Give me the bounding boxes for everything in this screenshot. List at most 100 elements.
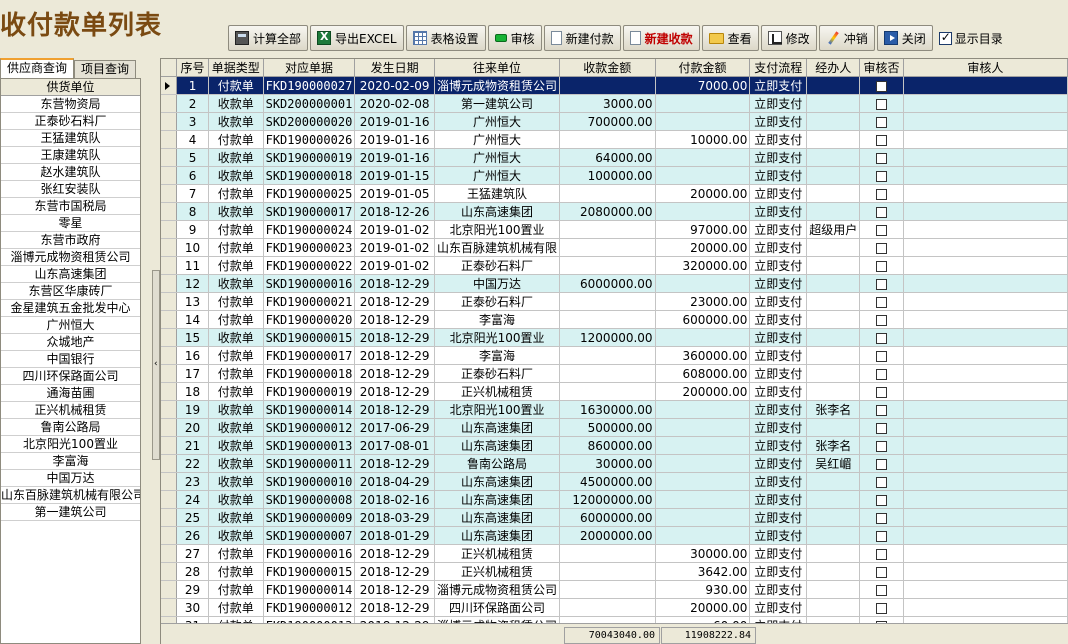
table-cell[interactable]: 4 <box>176 130 209 149</box>
approved-cell[interactable] <box>859 148 904 167</box>
table-cell[interactable]: 24 <box>176 490 209 509</box>
table-cell[interactable]: 2080000.00 <box>559 202 656 221</box>
approved-checkbox[interactable] <box>876 422 888 434</box>
row-indicator[interactable] <box>161 490 178 509</box>
table-cell[interactable]: 30000.00 <box>655 544 751 563</box>
table-cell[interactable]: 2019-01-16 <box>354 112 436 131</box>
supplier-list-item[interactable]: 东营市政府 <box>1 232 140 249</box>
table-cell[interactable]: 2018-12-26 <box>354 202 436 221</box>
supplier-list-item[interactable]: 鲁南公路局 <box>1 419 140 436</box>
table-cell[interactable]: 25 <box>176 508 209 527</box>
table-cell[interactable] <box>655 400 751 419</box>
table-row[interactable]: 1 付款单 FKD190000027 2020-02-09 淄博元成物资租赁公司 7000… <box>161 76 1068 95</box>
table-cell[interactable] <box>903 202 1068 221</box>
table-cell[interactable]: 20 <box>176 418 209 437</box>
table-cell[interactable]: 立即支付 <box>749 364 808 383</box>
approved-cell[interactable] <box>859 382 904 401</box>
table-cell[interactable]: 立即支付 <box>749 112 808 131</box>
table-cell[interactable]: 立即支付 <box>749 562 808 581</box>
approved-cell[interactable] <box>859 454 904 473</box>
row-indicator[interactable] <box>161 274 178 293</box>
approved-checkbox[interactable] <box>876 386 888 398</box>
row-indicator[interactable] <box>161 526 178 545</box>
table-cell[interactable]: 2018-12-29 <box>354 382 436 401</box>
table-cell[interactable]: 立即支付 <box>749 598 808 617</box>
table-cell[interactable]: 2018-03-29 <box>354 508 436 527</box>
table-cell[interactable]: 2018-12-29 <box>354 292 436 311</box>
table-row[interactable]: 9 付款单 FKD190000024 2019-01-02 北京阳光100置业 97000… <box>161 220 1068 239</box>
table-cell[interactable]: FKD190000022 <box>263 256 356 275</box>
supplier-list-item[interactable]: 北京阳光100置业 <box>1 436 140 453</box>
table-cell[interactable]: FKD190000017 <box>263 346 356 365</box>
table-cell[interactable] <box>806 112 861 131</box>
table-cell[interactable] <box>559 382 656 401</box>
table-cell[interactable]: 北京阳光100置业 <box>434 400 561 419</box>
table-cell[interactable]: 21 <box>176 436 209 455</box>
approved-checkbox[interactable] <box>876 314 888 326</box>
table-cell[interactable]: 张李名 <box>806 436 861 455</box>
table-cell[interactable]: 收款单 <box>208 490 264 509</box>
table-cell[interactable]: SKD190000015 <box>263 328 356 347</box>
table-cell[interactable] <box>806 202 861 221</box>
table-cell[interactable]: 28 <box>176 562 209 581</box>
table-cell[interactable] <box>903 436 1068 455</box>
table-row[interactable]: 30 付款单 FKD190000012 2018-12-29 四川环保路面公司 20000… <box>161 598 1068 617</box>
table-row[interactable]: 14 付款单 FKD190000020 2018-12-29 李富海 600000.00 立… <box>161 310 1068 329</box>
table-cell[interactable]: FKD190000021 <box>263 292 356 311</box>
row-indicator[interactable] <box>161 202 178 221</box>
table-cell[interactable]: 立即支付 <box>749 220 808 239</box>
row-indicator[interactable] <box>161 382 178 401</box>
table-cell[interactable]: 2018-12-29 <box>354 400 436 419</box>
row-indicator[interactable] <box>161 346 178 365</box>
column-header[interactable]: 支付流程 <box>749 59 808 77</box>
table-cell[interactable] <box>903 274 1068 293</box>
table-cell[interactable]: 付款单 <box>208 184 264 203</box>
table-cell[interactable]: FKD190000018 <box>263 364 356 383</box>
table-cell[interactable]: FKD190000019 <box>263 382 356 401</box>
table-cell[interactable]: 7000.00 <box>655 76 751 95</box>
table-cell[interactable] <box>806 562 861 581</box>
table-row[interactable]: 20 收款单 SKD190000012 2017-06-29 山东高速集团 500000.… <box>161 418 1068 437</box>
table-row[interactable]: 27 付款单 FKD190000016 2018-12-29 正兴机械租赁 30000.0… <box>161 544 1068 563</box>
approved-cell[interactable] <box>859 328 904 347</box>
table-cell[interactable]: 100000.00 <box>559 166 656 185</box>
table-row[interactable]: 7 付款单 FKD190000025 2019-01-05 王猛建筑队 20000.00 立… <box>161 184 1068 203</box>
table-cell[interactable]: 17 <box>176 364 209 383</box>
table-cell[interactable]: 1200000.00 <box>559 328 656 347</box>
table-cell[interactable] <box>903 418 1068 437</box>
row-indicator[interactable] <box>161 580 178 599</box>
table-cell[interactable] <box>559 76 656 95</box>
table-cell[interactable]: SKD190000008 <box>263 490 356 509</box>
table-cell[interactable]: 付款单 <box>208 382 264 401</box>
table-cell[interactable]: 广州恒大 <box>434 166 561 185</box>
approved-cell[interactable] <box>859 130 904 149</box>
table-cell[interactable] <box>655 526 751 545</box>
table-cell[interactable] <box>806 256 861 275</box>
table-cell[interactable]: 2017-06-29 <box>354 418 436 437</box>
tab-supplier-query[interactable]: 供应商查询 <box>0 58 75 78</box>
approved-cell[interactable] <box>859 598 904 617</box>
table-cell[interactable]: 山东高速集团 <box>434 472 561 491</box>
table-row[interactable]: 28 付款单 FKD190000015 2018-12-29 正兴机械租赁 3642.00… <box>161 562 1068 581</box>
approved-cell[interactable] <box>859 202 904 221</box>
table-cell[interactable]: 收款单 <box>208 454 264 473</box>
row-indicator[interactable] <box>161 220 178 239</box>
table-cell[interactable]: 立即支付 <box>749 166 808 185</box>
table-cell[interactable]: 700000.00 <box>559 112 656 131</box>
calculate-all-button[interactable]: 计算全部 <box>228 25 309 51</box>
supplier-list-item[interactable]: 中国银行 <box>1 351 140 368</box>
table-cell[interactable]: 2018-12-29 <box>354 580 436 599</box>
table-cell[interactable]: SKD190000007 <box>263 526 356 545</box>
table-cell[interactable]: SKD190000017 <box>263 202 356 221</box>
approved-checkbox[interactable] <box>876 566 888 578</box>
table-cell[interactable]: 30000.00 <box>559 454 656 473</box>
close-button[interactable]: 关闭 <box>876 25 933 51</box>
table-cell[interactable]: 立即支付 <box>749 292 808 311</box>
table-cell[interactable]: 广州恒大 <box>434 130 561 149</box>
panel-splitter[interactable]: ‹ <box>152 270 160 460</box>
approved-checkbox[interactable] <box>876 116 888 128</box>
table-cell[interactable]: 12 <box>176 274 209 293</box>
table-cell[interactable]: 付款单 <box>208 544 264 563</box>
table-cell[interactable]: 立即支付 <box>749 238 808 257</box>
supplier-list-item[interactable]: 众城地产 <box>1 334 140 351</box>
